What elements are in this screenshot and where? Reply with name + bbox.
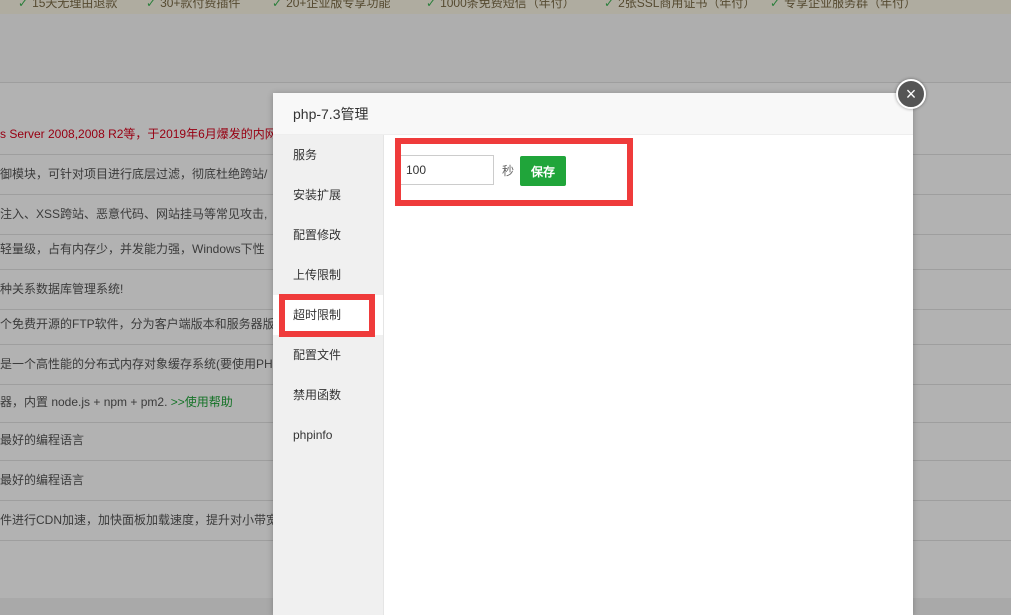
nav-item-service[interactable]: 服务 — [273, 135, 383, 175]
nav-item-install-extensions[interactable]: 安装扩展 — [273, 175, 383, 215]
nav-item-upload-limit[interactable]: 上传限制 — [273, 255, 383, 295]
highlight-box-timeout-form — [395, 138, 633, 206]
highlight-box-timeout-nav — [279, 294, 375, 337]
nav-item-phpinfo[interactable]: phpinfo — [273, 415, 383, 455]
dialog-title: php-7.3管理 — [273, 93, 913, 135]
nav-item-config-modify[interactable]: 配置修改 — [273, 215, 383, 255]
timeout-panel: 秒 保存 — [384, 135, 913, 615]
nav-item-config-file[interactable]: 配置文件 — [273, 335, 383, 375]
side-nav: 服务 安装扩展 配置修改 上传限制 超时限制 配置文件 禁用函数 phpinfo — [273, 135, 384, 615]
nav-item-disabled-functions[interactable]: 禁用函数 — [273, 375, 383, 415]
close-icon[interactable]: × — [896, 79, 926, 109]
